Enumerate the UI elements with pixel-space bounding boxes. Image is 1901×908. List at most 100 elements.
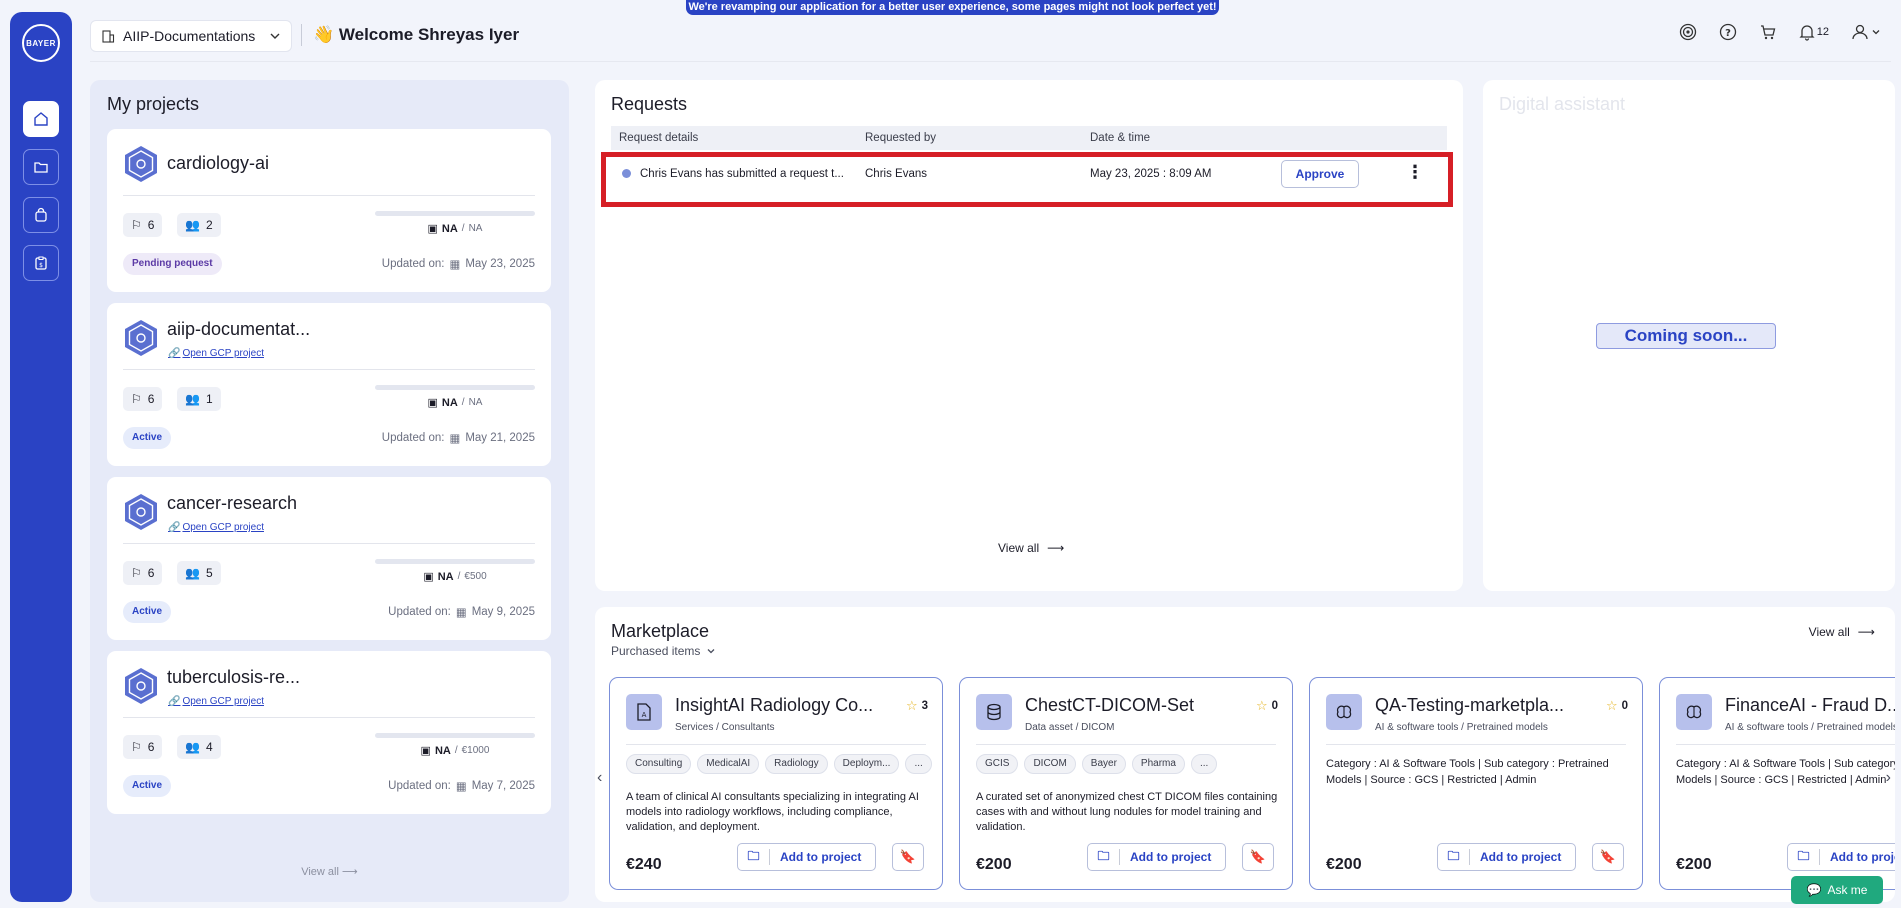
project-name[interactable]: cancer-research bbox=[167, 493, 297, 514]
carousel-prev-icon[interactable]: ‹ bbox=[597, 769, 602, 787]
project-hex-icon bbox=[125, 320, 157, 356]
home-nav-button[interactable] bbox=[23, 101, 59, 137]
notifications-button[interactable]: 12 bbox=[1799, 23, 1829, 41]
view-all-label: View all bbox=[1808, 625, 1850, 639]
svg-text:$: $ bbox=[39, 262, 43, 269]
budget-meter: ▣ NA / €1000 bbox=[375, 733, 535, 757]
gcp-link[interactable]: 🔗 Open GCP project bbox=[168, 522, 264, 533]
budget-bar bbox=[375, 211, 535, 216]
item-category-details: Category : AI & Software Tools | Sub cat… bbox=[1326, 758, 1609, 786]
sidebar: BAYER $ bbox=[10, 12, 72, 902]
add-to-project-button[interactable]: 🗀 Add to project bbox=[1787, 843, 1895, 871]
cart-icon[interactable] bbox=[1759, 23, 1777, 41]
bookmark-button[interactable]: 🔖 bbox=[1592, 843, 1624, 871]
item-name: FinanceAI - Fraud D... bbox=[1725, 695, 1895, 715]
bag-icon bbox=[35, 207, 47, 222]
bookmark-icon: 🔖 bbox=[1249, 849, 1267, 864]
bookmark-button[interactable]: 🔖 bbox=[892, 843, 924, 871]
add-to-project-button[interactable]: 🗀 Add to project bbox=[1437, 843, 1576, 871]
marketplace-card[interactable]: ChestCT-DICOM-Set ☆ 0 Data asset / DICOM … bbox=[959, 677, 1293, 890]
project-name[interactable]: tuberculosis-re... bbox=[167, 667, 300, 688]
marketplace-card[interactable]: FinanceAI - Fraud D... ☆0 AI & software … bbox=[1659, 677, 1895, 890]
carousel-next-icon[interactable]: › bbox=[1886, 769, 1891, 787]
updated-info: Updated on: ▦ May 7, 2025 bbox=[388, 779, 535, 793]
marketplace-card[interactable]: A InsightAI Radiology Co... ☆ 3 Services … bbox=[609, 677, 943, 890]
add-to-project-button[interactable]: 🗀 Add to project bbox=[737, 843, 876, 871]
workspace-name: AIIP-Documentations bbox=[123, 28, 256, 44]
item-description: A curated set of anonymized chest CT DIC… bbox=[976, 791, 1278, 833]
tag: Bayer bbox=[1081, 754, 1126, 774]
add-label: Add to project bbox=[780, 850, 862, 864]
phases-chip: ⚐ 6 bbox=[123, 213, 163, 237]
status-dot bbox=[622, 169, 631, 178]
target-icon[interactable] bbox=[1679, 23, 1697, 41]
budget-spent: NA bbox=[441, 222, 458, 235]
wallet-icon: ▣ bbox=[423, 571, 434, 583]
item-name: QA-Testing-marketpla... bbox=[1375, 695, 1565, 715]
calendar-icon: ▦ bbox=[455, 607, 467, 619]
budget-meter: ▣ NA / €500 bbox=[375, 559, 535, 583]
projects-view-all-link[interactable]: View all ⟶ bbox=[90, 865, 569, 878]
digital-assistant-title: Digital assistant bbox=[1499, 94, 1626, 114]
database-icon bbox=[976, 694, 1012, 730]
workspace-select[interactable]: AIIP-Documentations bbox=[90, 20, 292, 52]
tag-more[interactable]: ... bbox=[905, 754, 932, 774]
item-category: AI & software tools / Pretrained models bbox=[1725, 722, 1895, 733]
more-options-icon[interactable]: ⋮ bbox=[1406, 162, 1424, 183]
updated-label: Updated on: bbox=[388, 606, 451, 618]
approve-button[interactable]: Approve bbox=[1281, 160, 1359, 188]
user-menu-button[interactable] bbox=[1851, 23, 1881, 41]
project-hex-icon bbox=[125, 146, 157, 182]
marketplace-card[interactable]: QA-Testing-marketpla... ☆ 0 AI & software… bbox=[1309, 677, 1643, 890]
item-price: €240 bbox=[626, 856, 662, 873]
rating-value: 0 bbox=[1271, 700, 1278, 712]
project-card[interactable]: cancer-research 🔗 Open GCP project ⚐ 6 👥 5 … bbox=[107, 477, 551, 640]
purchased-filter-dropdown[interactable]: Purchased items bbox=[611, 644, 716, 658]
tag: GCIS bbox=[976, 754, 1019, 774]
requests-title: Requests bbox=[611, 94, 688, 114]
budget-bar bbox=[375, 385, 535, 390]
rating: ☆ 3 bbox=[906, 698, 928, 714]
table-row[interactable]: Chris Evans has submitted a request t...… bbox=[601, 152, 1453, 207]
add-to-project-button[interactable]: 🗀 Add to project bbox=[1087, 843, 1226, 871]
gcp-link[interactable]: 🔗 Open GCP project bbox=[168, 348, 264, 359]
budget-total: NA bbox=[468, 397, 483, 408]
divider bbox=[976, 744, 1276, 745]
gcp-link-label: Open GCP project bbox=[182, 696, 264, 707]
updated-label: Updated on: bbox=[388, 780, 451, 792]
billing-nav-button[interactable]: $ bbox=[23, 245, 59, 281]
requested-by: Chris Evans bbox=[865, 168, 927, 180]
bell-icon bbox=[1799, 25, 1815, 41]
phases-count: 6 bbox=[147, 392, 155, 406]
marketplace-nav-button[interactable] bbox=[23, 197, 59, 233]
help-icon[interactable]: ? bbox=[1719, 23, 1737, 41]
phases-chip: ⚐ 6 bbox=[123, 735, 163, 759]
ask-me-button[interactable]: 💬 Ask me bbox=[1791, 876, 1883, 904]
phases-chip: ⚐ 6 bbox=[123, 387, 163, 411]
digital-assistant-panel: Digital assistant Coming soon... bbox=[1483, 80, 1895, 591]
column-header: Requested by bbox=[865, 132, 936, 144]
updated-info: Updated on: ▦ May 23, 2025 bbox=[382, 257, 535, 271]
divider bbox=[123, 543, 535, 544]
users-icon: 👥 bbox=[185, 740, 200, 754]
project-card[interactable]: cardiology-ai ⚐ 6 👥 2 ▣ NA / NA Pending peque… bbox=[107, 129, 551, 292]
marketplace-view-all-link[interactable]: View all ⟶ bbox=[1809, 625, 1875, 639]
request-details-text: Chris Evans has submitted a request t... bbox=[640, 168, 844, 180]
gcp-link[interactable]: 🔗 Open GCP project bbox=[168, 696, 264, 707]
requests-view-all-link[interactable]: View all ⟶ bbox=[998, 541, 1064, 555]
updated-date: May 21, 2025 bbox=[465, 432, 535, 444]
bayer-logo[interactable]: BAYER bbox=[22, 24, 60, 62]
bookmark-button[interactable]: 🔖 bbox=[1242, 843, 1274, 871]
tag-more[interactable]: ... bbox=[1190, 754, 1218, 774]
tag: Consulting bbox=[626, 754, 692, 774]
welcome-heading: 👋 Welcome Shreyas Iyer bbox=[313, 25, 520, 44]
home-icon bbox=[34, 112, 48, 126]
project-card[interactable]: aiip-documentat... 🔗 Open GCP project ⚐ 6 … bbox=[107, 303, 551, 466]
project-name[interactable]: aiip-documentat... bbox=[167, 319, 310, 340]
budget-spent: NA bbox=[437, 570, 454, 583]
projects-nav-button[interactable] bbox=[23, 149, 59, 185]
updated-date: May 23, 2025 bbox=[465, 258, 535, 270]
add-label: Add to project bbox=[1480, 850, 1562, 864]
project-name[interactable]: cardiology-ai bbox=[167, 153, 269, 174]
project-card[interactable]: tuberculosis-re... 🔗 Open GCP project ⚐ 6 … bbox=[107, 651, 551, 814]
